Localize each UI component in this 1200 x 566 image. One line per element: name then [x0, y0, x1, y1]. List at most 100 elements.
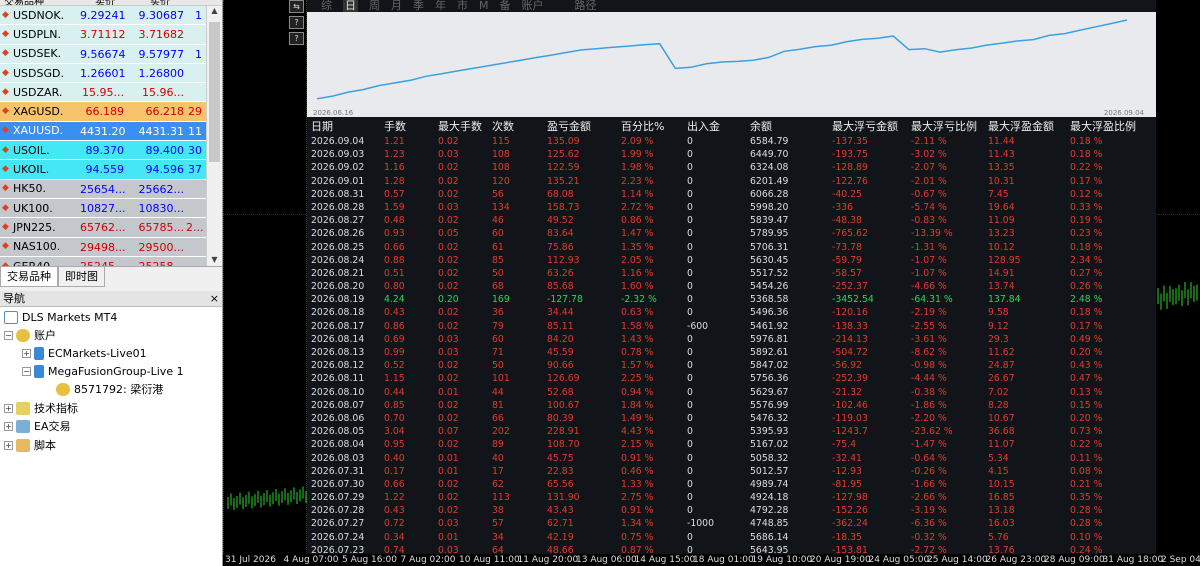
- table-cell: -1.31 %: [911, 241, 947, 253]
- column-header[interactable]: 最大手数: [438, 119, 492, 135]
- nav-expert-advisors[interactable]: + EA交易: [4, 417, 70, 435]
- report-tab[interactable]: 月: [391, 0, 402, 12]
- scroll-down-icon[interactable]: ▼: [207, 255, 222, 264]
- expand-icon[interactable]: +: [4, 440, 13, 450]
- table-cell: 0.46 %: [621, 465, 654, 477]
- table-cell: -504.72: [832, 347, 868, 358]
- report-tab[interactable]: 综: [321, 0, 332, 12]
- nav-scripts[interactable]: + 脚本: [4, 436, 56, 454]
- market-watch-scrollbar[interactable]: ▲ ▼: [206, 6, 222, 266]
- table-cell: 101: [492, 373, 510, 385]
- symbol-row[interactable]: ◆ HK50. 25654... 25662...: [0, 179, 222, 199]
- symbol-row[interactable]: ◆ NAS100. 29498... 29500...: [0, 237, 222, 257]
- column-header[interactable]: 盈亏金额: [547, 119, 621, 135]
- table-cell: 0.99: [384, 347, 405, 358]
- expand-icon[interactable]: +: [4, 403, 13, 413]
- arrow-icon: ◆: [2, 164, 9, 175]
- nav-root[interactable]: DLS Markets MT4: [4, 308, 117, 326]
- symbol-list: ◆ USDNOK. 9.29241 9.30687 1 ◆ USDPLN. 3.71112 3.…: [0, 6, 222, 266]
- table-cell: -1243.7: [832, 426, 868, 438]
- table-cell: 2026.08.24: [311, 254, 365, 266]
- symbol-row[interactable]: ◆ XAUUSD. 4431.20 4431.31 11: [0, 121, 222, 142]
- table-cell: 36.68: [988, 426, 1015, 438]
- column-header[interactable]: 日期: [307, 119, 384, 135]
- toggle-icon[interactable]: ⇆: [289, 0, 304, 13]
- table-cell: 2026.07.27: [311, 518, 365, 530]
- table-cell: 0.91 %: [621, 452, 654, 464]
- table-cell: 0.52: [384, 360, 405, 372]
- report-tab[interactable]: 路径: [575, 0, 597, 12]
- close-icon[interactable]: ×: [210, 291, 219, 306]
- table-row: 2026.07.23 0.74 0.03 64 48.66 0.87 % 0 5643.95 -…: [307, 544, 1156, 554]
- table-cell: 0.26 %: [1070, 281, 1103, 293]
- symbol-row[interactable]: ◆ USDPLN. 3.71112 3.71682: [0, 25, 222, 45]
- expand-icon[interactable]: +: [22, 348, 31, 358]
- column-header[interactable]: 百分比%: [621, 119, 687, 135]
- column-header[interactable]: 最大浮亏金额: [832, 119, 911, 135]
- column-header[interactable]: 出入金: [687, 119, 750, 135]
- table-cell: 126.69: [547, 373, 580, 385]
- report-tab[interactable]: 市: [457, 0, 468, 12]
- report-tab[interactable]: 日: [343, 0, 358, 12]
- column-header[interactable]: 最大浮盈金额: [988, 119, 1070, 135]
- server-icon: [34, 346, 44, 360]
- table-cell: 0.43: [384, 505, 405, 517]
- symbol-name: HK50.: [13, 182, 46, 196]
- nav-account-ecmarkets[interactable]: + ECMarkets-Live01: [22, 344, 147, 362]
- table-cell: -5.74 %: [911, 201, 947, 213]
- report-tab[interactable]: M: [479, 0, 489, 12]
- table-cell: 0.02: [438, 254, 459, 266]
- table-cell: 2026.08.28: [311, 201, 365, 213]
- report-tab[interactable]: 账户: [522, 0, 544, 12]
- table-cell: 0.66: [384, 241, 405, 253]
- report-tab[interactable]: 备: [500, 0, 511, 12]
- help-icon[interactable]: ?: [289, 32, 304, 45]
- report-tab[interactable]: 年: [435, 0, 446, 12]
- symbol-row[interactable]: ◆ USDNOK. 9.29241 9.30687 1: [0, 6, 222, 26]
- nav-account-login[interactable]: 8571792: 梁衍港: [56, 380, 163, 398]
- table-cell: -2.20 %: [911, 412, 947, 424]
- table-cell: 7.02: [988, 386, 1009, 398]
- report-tab[interactable]: 周: [369, 0, 380, 12]
- scroll-up-icon[interactable]: ▲: [207, 6, 222, 20]
- help-icon[interactable]: ?: [289, 16, 304, 29]
- symbol-row[interactable]: ◆ USOIL. 89.370 89.400 30: [0, 141, 222, 161]
- collapse-icon[interactable]: −: [4, 330, 13, 340]
- table-cell: -2.66 %: [911, 492, 947, 504]
- table-cell: 2026.09.02: [311, 162, 365, 174]
- nav-account-megafusion[interactable]: − MegaFusionGroup-Live 1: [22, 362, 184, 380]
- symbol-row[interactable]: ◆ USDSGD. 1.26601 1.26800: [0, 63, 222, 84]
- table-cell: 0.02: [438, 439, 459, 451]
- column-header[interactable]: 手数: [384, 119, 438, 135]
- column-header[interactable]: 最大浮盈比例: [1070, 119, 1150, 135]
- nav-accounts[interactable]: − 账户: [4, 326, 56, 344]
- scroll-thumb[interactable]: [209, 22, 220, 162]
- collapse-icon[interactable]: −: [22, 366, 31, 376]
- table-cell: 4.43 %: [621, 426, 654, 438]
- tab-symbols[interactable]: 交易品种: [0, 267, 58, 287]
- table-cell: 120: [492, 175, 510, 187]
- table-cell: 2.25 %: [621, 373, 654, 385]
- symbol-row[interactable]: ◆ GER40. 25245... 25258...: [0, 256, 222, 266]
- table-cell: 0: [687, 531, 693, 543]
- report-tab[interactable]: 季: [413, 0, 424, 12]
- column-header[interactable]: 最大浮亏比例: [911, 119, 988, 135]
- bid-cell: 94.559: [85, 163, 125, 177]
- table-cell: 2026.08.11: [311, 373, 365, 385]
- nav-indicators[interactable]: + 技术指标: [4, 399, 78, 417]
- symbol-row[interactable]: ◆ JPN225. 65762... 65785... 2...: [0, 218, 222, 238]
- symbol-row[interactable]: ◆ USDZAR. 15.95... 15.96...: [0, 83, 222, 103]
- time-label: 5 Aug 16:00: [342, 555, 397, 565]
- left-panel: 交易品种 卖价 买价 ◆ USDNOK. 9.29241 9.30687 1 ◆ USDPLN.…: [0, 0, 223, 566]
- column-header[interactable]: 次数: [492, 119, 547, 135]
- symbol-row[interactable]: ◆ USDSEK. 9.56674 9.57977 1: [0, 44, 222, 64]
- bid-cell: 9.29241: [80, 9, 126, 22]
- expand-icon[interactable]: +: [4, 421, 13, 431]
- table-cell: -1.07 %: [911, 254, 947, 266]
- column-header[interactable]: 余额: [750, 119, 832, 135]
- symbol-row[interactable]: ◆ UK100. 10827... 10830...: [0, 198, 222, 219]
- table-cell: 1.99 %: [621, 149, 654, 161]
- symbol-row[interactable]: ◆ XAGUSD. 66.189 66.218 29: [0, 102, 222, 122]
- symbol-row[interactable]: ◆ UKOIL. 94.559 94.596 37: [0, 160, 222, 180]
- tab-tick-chart[interactable]: 即时图: [58, 267, 105, 287]
